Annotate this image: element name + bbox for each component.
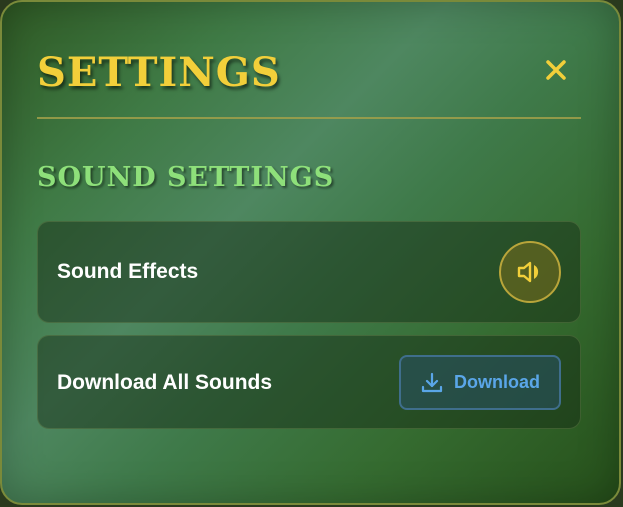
- sound-effects-row: Sound Effects: [37, 221, 581, 323]
- settings-modal: SETTINGS SOUND SETTINGS Sound Effects Do…: [0, 0, 621, 505]
- close-button[interactable]: [542, 56, 570, 84]
- title-divider: [37, 117, 581, 119]
- download-all-sounds-label: Download All Sounds: [57, 371, 273, 394]
- close-icon: [546, 60, 566, 80]
- modal-title: SETTINGS: [37, 49, 281, 96]
- download-button-label: Download: [454, 372, 540, 392]
- sound-effects-toggle-button[interactable]: [499, 241, 561, 303]
- download-all-sounds-row: Download All Sounds Download: [37, 335, 581, 429]
- download-button[interactable]: Download: [399, 355, 561, 410]
- download-icon: [421, 372, 443, 392]
- section-title-sound: SOUND SETTINGS: [37, 162, 335, 193]
- speaker-icon: [517, 261, 539, 283]
- sound-effects-label: Sound Effects: [57, 260, 199, 283]
